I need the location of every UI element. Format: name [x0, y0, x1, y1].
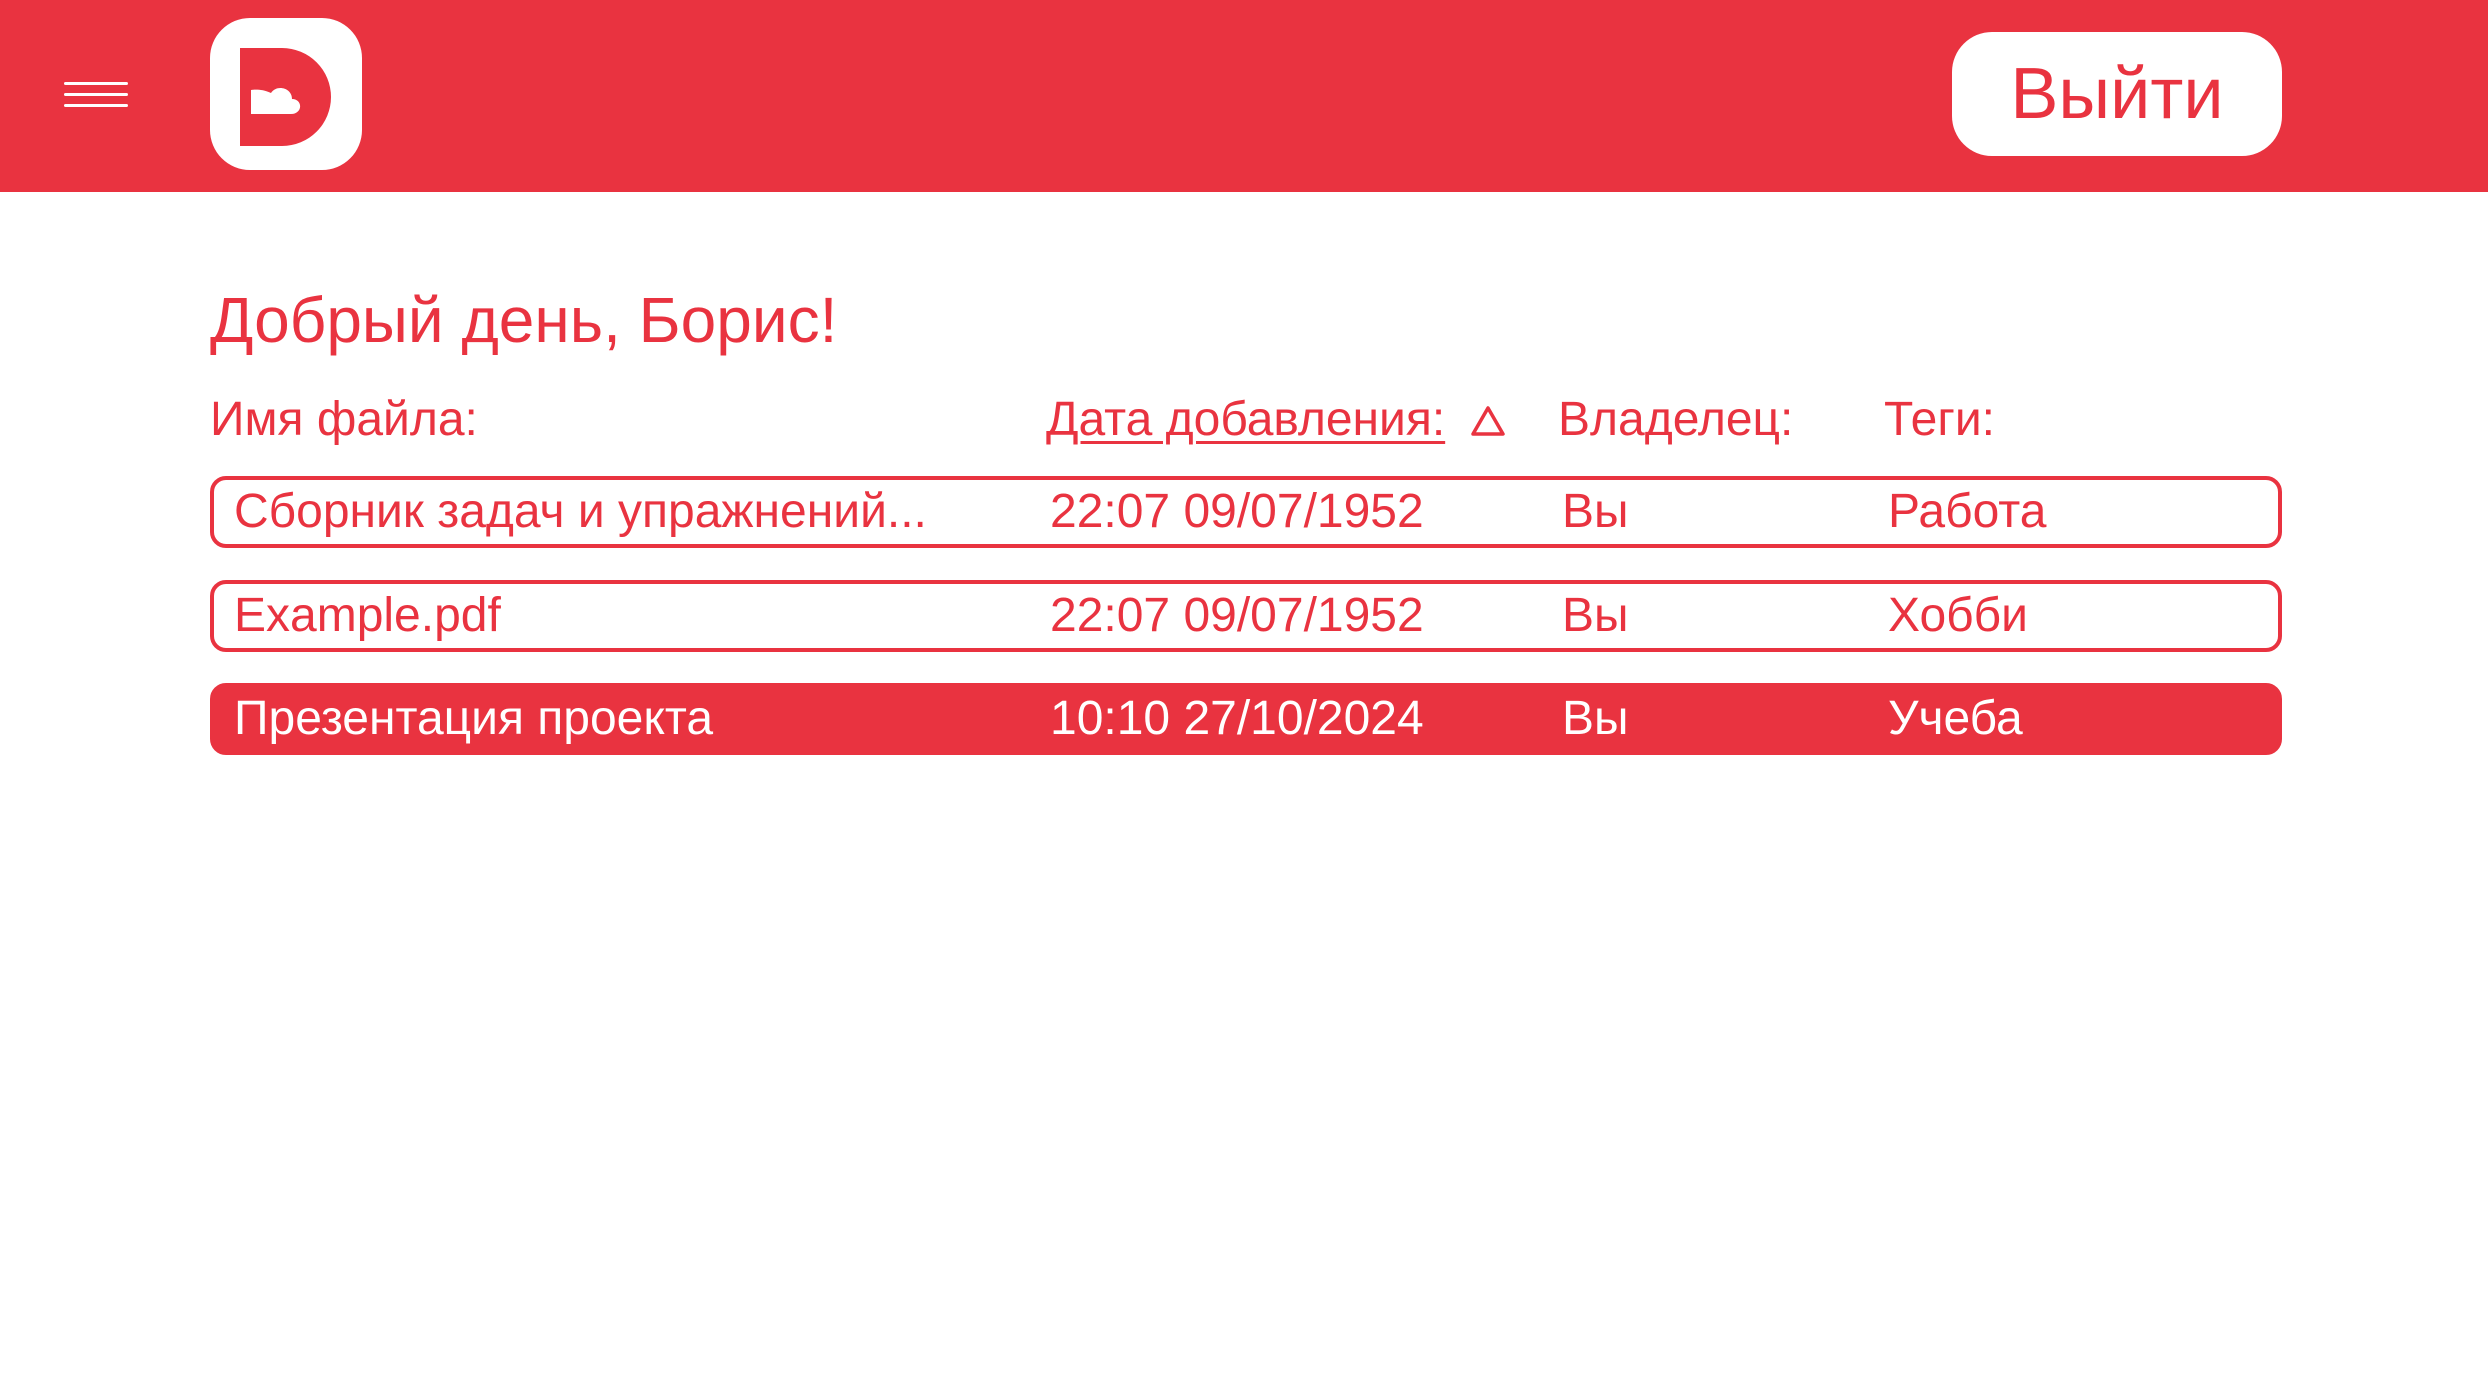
logo-graphic — [240, 48, 331, 146]
file-owner: Вы — [1562, 485, 1629, 538]
greeting-title: Добрый день, Борис! — [210, 284, 838, 356]
column-header-name[interactable]: Имя файла: — [210, 390, 478, 450]
file-tag: Хобби — [1888, 589, 2028, 642]
column-header-owner[interactable]: Владелец: — [1558, 390, 1793, 450]
app-header: Выйти — [0, 0, 2488, 192]
logout-button[interactable]: Выйти — [1952, 32, 2282, 156]
menu-line — [64, 93, 128, 96]
file-date: 22:07 09/07/1952 — [1050, 485, 1424, 538]
sort-triangle-icon[interactable] — [1470, 404, 1506, 438]
file-tag: Работа — [1888, 485, 2047, 538]
file-date: 10:10 27/10/2024 — [1050, 692, 1424, 745]
column-header-tags[interactable]: Теги: — [1884, 390, 1995, 450]
hamburger-menu-icon[interactable] — [58, 74, 134, 116]
file-row[interactable]: Example.pdf 22:07 09/07/1952 Вы Хобби — [210, 580, 2282, 652]
menu-line — [64, 104, 128, 107]
file-name: Example.pdf — [234, 589, 501, 642]
file-owner: Вы — [1562, 692, 1629, 745]
file-name: Презентация проекта — [234, 692, 714, 745]
file-row-selected[interactable]: Презентация проекта 10:10 27/10/2024 Вы … — [210, 683, 2282, 755]
cloud-d-logo-icon[interactable] — [210, 18, 362, 170]
file-date: 22:07 09/07/1952 — [1050, 589, 1424, 642]
file-tag: Учеба — [1888, 692, 2023, 745]
menu-line — [64, 82, 128, 85]
file-name: Сборник задач и упражнений... — [234, 485, 927, 538]
file-row[interactable]: Сборник задач и упражнений... 22:07 09/0… — [210, 476, 2282, 548]
file-owner: Вы — [1562, 589, 1629, 642]
column-header-date[interactable]: Дата добавления: — [1046, 390, 1445, 450]
